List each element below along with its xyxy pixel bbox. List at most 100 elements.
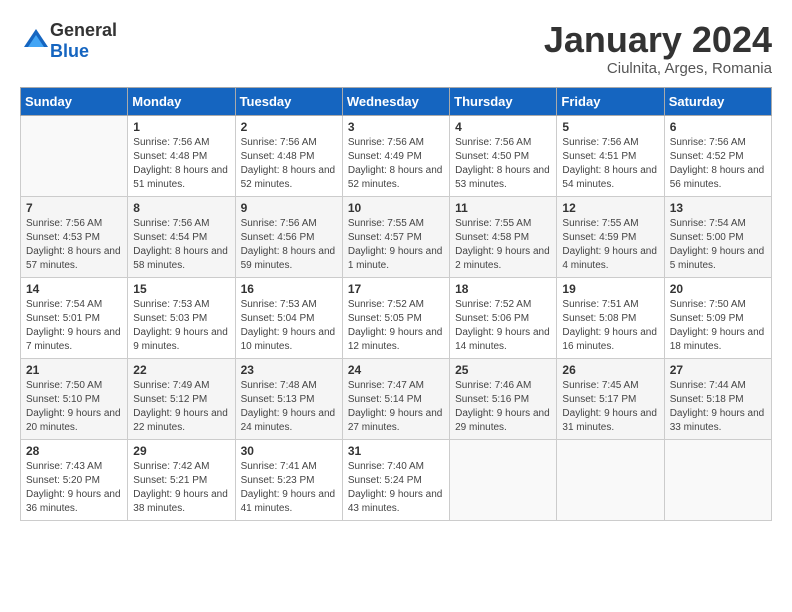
calendar-subtitle: Ciulnita, Arges, Romania — [544, 60, 772, 77]
day-number: 4 — [455, 120, 551, 134]
calendar-cell: 13 Sunrise: 7:54 AMSunset: 5:00 PMDaylig… — [664, 196, 771, 277]
day-info: Sunrise: 7:43 AMSunset: 5:20 PMDaylight:… — [26, 461, 121, 514]
day-number: 6 — [670, 120, 766, 134]
day-number: 28 — [26, 444, 122, 458]
day-number: 31 — [348, 444, 444, 458]
weekday-header: Friday — [557, 87, 664, 115]
weekday-header: Monday — [128, 87, 235, 115]
day-number: 26 — [562, 363, 658, 377]
calendar-cell: 10 Sunrise: 7:55 AMSunset: 4:57 PMDaylig… — [342, 196, 449, 277]
calendar-cell: 17 Sunrise: 7:52 AMSunset: 5:05 PMDaylig… — [342, 277, 449, 358]
title-block: January 2024 Ciulnita, Arges, Romania — [544, 20, 772, 77]
day-number: 1 — [133, 120, 229, 134]
calendar-week-row: 21 Sunrise: 7:50 AMSunset: 5:10 PMDaylig… — [21, 358, 772, 439]
calendar-cell: 21 Sunrise: 7:50 AMSunset: 5:10 PMDaylig… — [21, 358, 128, 439]
calendar-cell: 31 Sunrise: 7:40 AMSunset: 5:24 PMDaylig… — [342, 439, 449, 520]
day-info: Sunrise: 7:42 AMSunset: 5:21 PMDaylight:… — [133, 461, 228, 514]
day-info: Sunrise: 7:56 AMSunset: 4:54 PMDaylight:… — [133, 218, 228, 271]
calendar-cell — [450, 439, 557, 520]
day-number: 30 — [241, 444, 337, 458]
day-number: 10 — [348, 201, 444, 215]
calendar-week-row: 7 Sunrise: 7:56 AMSunset: 4:53 PMDayligh… — [21, 196, 772, 277]
day-info: Sunrise: 7:50 AMSunset: 5:10 PMDaylight:… — [26, 380, 121, 433]
day-info: Sunrise: 7:56 AMSunset: 4:50 PMDaylight:… — [455, 137, 550, 190]
day-info: Sunrise: 7:56 AMSunset: 4:53 PMDaylight:… — [26, 218, 121, 271]
day-number: 16 — [241, 282, 337, 296]
calendar-cell: 6 Sunrise: 7:56 AMSunset: 4:52 PMDayligh… — [664, 115, 771, 196]
day-info: Sunrise: 7:51 AMSunset: 5:08 PMDaylight:… — [562, 299, 657, 352]
day-info: Sunrise: 7:53 AMSunset: 5:04 PMDaylight:… — [241, 299, 336, 352]
day-number: 5 — [562, 120, 658, 134]
calendar-header: SundayMondayTuesdayWednesdayThursdayFrid… — [21, 87, 772, 115]
day-info: Sunrise: 7:52 AMSunset: 5:06 PMDaylight:… — [455, 299, 550, 352]
weekday-header: Wednesday — [342, 87, 449, 115]
day-number: 29 — [133, 444, 229, 458]
day-number: 17 — [348, 282, 444, 296]
calendar-cell: 23 Sunrise: 7:48 AMSunset: 5:13 PMDaylig… — [235, 358, 342, 439]
day-number: 8 — [133, 201, 229, 215]
calendar-cell: 26 Sunrise: 7:45 AMSunset: 5:17 PMDaylig… — [557, 358, 664, 439]
day-number: 2 — [241, 120, 337, 134]
day-number: 19 — [562, 282, 658, 296]
day-info: Sunrise: 7:55 AMSunset: 4:59 PMDaylight:… — [562, 218, 657, 271]
day-info: Sunrise: 7:46 AMSunset: 5:16 PMDaylight:… — [455, 380, 550, 433]
day-info: Sunrise: 7:56 AMSunset: 4:49 PMDaylight:… — [348, 137, 443, 190]
calendar-cell: 14 Sunrise: 7:54 AMSunset: 5:01 PMDaylig… — [21, 277, 128, 358]
day-info: Sunrise: 7:55 AMSunset: 4:57 PMDaylight:… — [348, 218, 443, 271]
calendar-body: 1 Sunrise: 7:56 AMSunset: 4:48 PMDayligh… — [21, 115, 772, 520]
calendar-cell: 29 Sunrise: 7:42 AMSunset: 5:21 PMDaylig… — [128, 439, 235, 520]
day-number: 9 — [241, 201, 337, 215]
calendar-cell: 19 Sunrise: 7:51 AMSunset: 5:08 PMDaylig… — [557, 277, 664, 358]
day-info: Sunrise: 7:44 AMSunset: 5:18 PMDaylight:… — [670, 380, 765, 433]
calendar-cell: 20 Sunrise: 7:50 AMSunset: 5:09 PMDaylig… — [664, 277, 771, 358]
calendar-cell: 30 Sunrise: 7:41 AMSunset: 5:23 PMDaylig… — [235, 439, 342, 520]
calendar-cell — [557, 439, 664, 520]
calendar-table: SundayMondayTuesdayWednesdayThursdayFrid… — [20, 87, 772, 521]
calendar-cell: 15 Sunrise: 7:53 AMSunset: 5:03 PMDaylig… — [128, 277, 235, 358]
calendar-cell: 18 Sunrise: 7:52 AMSunset: 5:06 PMDaylig… — [450, 277, 557, 358]
day-number: 22 — [133, 363, 229, 377]
day-number: 11 — [455, 201, 551, 215]
day-info: Sunrise: 7:54 AMSunset: 5:01 PMDaylight:… — [26, 299, 121, 352]
day-number: 15 — [133, 282, 229, 296]
calendar-cell: 5 Sunrise: 7:56 AMSunset: 4:51 PMDayligh… — [557, 115, 664, 196]
day-info: Sunrise: 7:56 AMSunset: 4:51 PMDaylight:… — [562, 137, 657, 190]
day-number: 13 — [670, 201, 766, 215]
weekday-header: Thursday — [450, 87, 557, 115]
day-info: Sunrise: 7:40 AMSunset: 5:24 PMDaylight:… — [348, 461, 443, 514]
day-info: Sunrise: 7:56 AMSunset: 4:56 PMDaylight:… — [241, 218, 336, 271]
calendar-cell: 2 Sunrise: 7:56 AMSunset: 4:48 PMDayligh… — [235, 115, 342, 196]
day-info: Sunrise: 7:56 AMSunset: 4:48 PMDaylight:… — [241, 137, 336, 190]
day-info: Sunrise: 7:48 AMSunset: 5:13 PMDaylight:… — [241, 380, 336, 433]
calendar-cell — [21, 115, 128, 196]
calendar-week-row: 28 Sunrise: 7:43 AMSunset: 5:20 PMDaylig… — [21, 439, 772, 520]
calendar-title: January 2024 — [544, 20, 772, 60]
calendar-cell: 1 Sunrise: 7:56 AMSunset: 4:48 PMDayligh… — [128, 115, 235, 196]
day-info: Sunrise: 7:41 AMSunset: 5:23 PMDaylight:… — [241, 461, 336, 514]
day-info: Sunrise: 7:49 AMSunset: 5:12 PMDaylight:… — [133, 380, 228, 433]
day-number: 7 — [26, 201, 122, 215]
weekday-header: Saturday — [664, 87, 771, 115]
day-number: 21 — [26, 363, 122, 377]
calendar-week-row: 14 Sunrise: 7:54 AMSunset: 5:01 PMDaylig… — [21, 277, 772, 358]
calendar-cell: 4 Sunrise: 7:56 AMSunset: 4:50 PMDayligh… — [450, 115, 557, 196]
day-number: 25 — [455, 363, 551, 377]
calendar-cell: 9 Sunrise: 7:56 AMSunset: 4:56 PMDayligh… — [235, 196, 342, 277]
day-info: Sunrise: 7:47 AMSunset: 5:14 PMDaylight:… — [348, 380, 443, 433]
calendar-cell: 24 Sunrise: 7:47 AMSunset: 5:14 PMDaylig… — [342, 358, 449, 439]
day-number: 3 — [348, 120, 444, 134]
day-info: Sunrise: 7:55 AMSunset: 4:58 PMDaylight:… — [455, 218, 550, 271]
day-number: 20 — [670, 282, 766, 296]
weekday-header: Tuesday — [235, 87, 342, 115]
day-info: Sunrise: 7:53 AMSunset: 5:03 PMDaylight:… — [133, 299, 228, 352]
calendar-cell: 12 Sunrise: 7:55 AMSunset: 4:59 PMDaylig… — [557, 196, 664, 277]
page-header: General Blue January 2024 Ciulnita, Arge… — [20, 20, 772, 77]
day-number: 14 — [26, 282, 122, 296]
logo: General Blue — [20, 20, 117, 62]
day-info: Sunrise: 7:56 AMSunset: 4:52 PMDaylight:… — [670, 137, 765, 190]
day-number: 12 — [562, 201, 658, 215]
logo-icon — [22, 27, 50, 55]
day-info: Sunrise: 7:54 AMSunset: 5:00 PMDaylight:… — [670, 218, 765, 271]
calendar-cell: 28 Sunrise: 7:43 AMSunset: 5:20 PMDaylig… — [21, 439, 128, 520]
calendar-cell: 27 Sunrise: 7:44 AMSunset: 5:18 PMDaylig… — [664, 358, 771, 439]
